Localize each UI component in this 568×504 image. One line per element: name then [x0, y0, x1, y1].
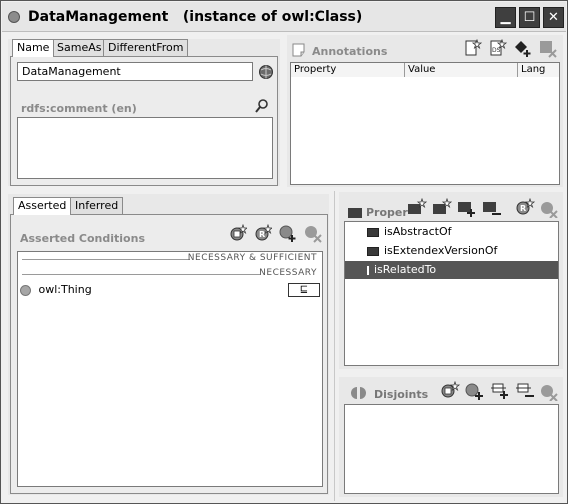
object-property-icon: [367, 246, 379, 256]
properties-title: Proper: [366, 206, 408, 219]
annotations-column-property[interactable]: Property: [291, 63, 405, 77]
properties-list[interactable]: isAbstractOf isExtendexVersionOf isRelat…: [344, 221, 559, 366]
close-button[interactable]: ✕: [543, 7, 564, 28]
svg-text:R: R: [259, 230, 265, 239]
delete-annotation-icon[interactable]: [539, 40, 557, 58]
property-label: isExtendexVersionOf: [384, 244, 498, 257]
title-bar[interactable]: DataManagement (instance of owl:Class) ▁…: [2, 2, 566, 32]
search-icon[interactable]: [254, 98, 270, 114]
necessary-separator: [22, 274, 260, 275]
add-property-icon[interactable]: [457, 200, 477, 218]
annotations-column-value[interactable]: Value: [405, 63, 518, 77]
subclass-badge[interactable]: ⊑: [288, 283, 320, 297]
property-row[interactable]: isExtendexVersionOf: [345, 242, 558, 260]
panel-divider[interactable]: [334, 191, 335, 501]
create-class-icon[interactable]: [229, 224, 247, 242]
condition-row[interactable]: owl:Thing ⊑: [20, 281, 320, 299]
delete-disjoint-icon[interactable]: [540, 383, 560, 401]
remove-all-siblings-icon[interactable]: [515, 382, 535, 400]
properties-panel: Proper R isAbstractOf isExtendexVersionO…: [339, 192, 563, 369]
comment-label: rdfs:comment (en): [21, 102, 137, 115]
create-datatype-property-icon[interactable]: [432, 198, 452, 216]
tab-name[interactable]: Name: [12, 39, 55, 57]
disjoint-classes-icon: [351, 387, 366, 399]
remove-condition-icon[interactable]: [304, 225, 322, 243]
conditions-list[interactable]: NECESSARY & SUFFICIENT NECESSARY owl:Thi…: [17, 251, 323, 487]
create-disjoint-class-icon[interactable]: [440, 381, 460, 399]
property-header-icon: [348, 208, 362, 218]
create-datatype-annotation-icon[interactable]: DS: [489, 39, 507, 57]
comment-textarea[interactable]: [17, 117, 273, 179]
create-restriction-icon[interactable]: R: [254, 224, 272, 242]
name-panel: Name SameAs DifferentFrom DataManagement…: [8, 39, 280, 186]
globe-icon[interactable]: [258, 64, 274, 80]
name-tab-body: DataManagement rdfs:comment (en): [10, 56, 278, 186]
asserted-conditions-title: Asserted Conditions: [20, 232, 145, 245]
property-row[interactable]: isAbstractOf: [345, 223, 558, 241]
annotations-table[interactable]: Property Value Lang: [290, 62, 560, 185]
disjoints-title: Disjoints: [374, 388, 429, 401]
maximize-button[interactable]: ☐: [519, 7, 540, 28]
property-label: isRelatedTo: [374, 263, 437, 276]
condition-label: owl:Thing: [38, 283, 92, 296]
create-object-property-icon[interactable]: [407, 198, 427, 216]
window-title: DataManagement (instance of owl:Class): [28, 9, 363, 25]
svg-text:R: R: [520, 204, 526, 213]
annotation-note-icon: [292, 43, 305, 57]
necessary-sufficient-label: NECESSARY & SUFFICIENT: [187, 253, 317, 263]
remove-property-icon[interactable]: [482, 200, 502, 218]
conditions-tab-body: Asserted Conditions R NECESSARY & SUFFIC…: [10, 214, 328, 494]
class-icon: [8, 11, 20, 23]
owl-thing-icon: [20, 284, 31, 296]
tab-asserted[interactable]: Asserted: [13, 197, 72, 215]
object-property-icon: [367, 227, 379, 237]
create-annotation-icon[interactable]: [464, 39, 482, 57]
annotations-column-lang[interactable]: Lang: [518, 63, 559, 77]
class-editor-window: DataManagement (instance of owl:Class) ▁…: [0, 0, 568, 504]
property-row-selected[interactable]: isRelatedTo: [345, 261, 558, 279]
add-all-siblings-icon[interactable]: [490, 382, 510, 400]
minimize-button[interactable]: ▁: [495, 7, 516, 28]
add-annotation-instance-icon[interactable]: [514, 40, 532, 58]
class-name-field[interactable]: DataManagement: [17, 62, 253, 81]
tab-differentfrom[interactable]: DifferentFrom: [103, 39, 189, 56]
annotations-panel: Annotations DS Property Value Lang: [287, 35, 563, 187]
tab-inferred[interactable]: Inferred: [70, 197, 124, 214]
add-named-class-icon[interactable]: [279, 225, 297, 243]
object-property-icon: [367, 265, 369, 275]
create-restriction-on-property-icon[interactable]: R: [515, 198, 535, 216]
necessary-label: NECESSARY: [259, 268, 317, 278]
necessary-sufficient-separator: [22, 259, 190, 260]
conditions-panel: Asserted Inferred Asserted Conditions R: [8, 194, 329, 495]
disjoints-list[interactable]: [344, 404, 559, 494]
add-disjoint-class-icon[interactable]: [465, 383, 485, 401]
property-label: isAbstractOf: [384, 225, 452, 238]
annotations-title: Annotations: [312, 45, 388, 58]
delete-property-icon[interactable]: [540, 200, 560, 218]
tab-sameas[interactable]: SameAs: [52, 39, 107, 56]
disjoints-panel: Disjoints: [339, 377, 563, 497]
